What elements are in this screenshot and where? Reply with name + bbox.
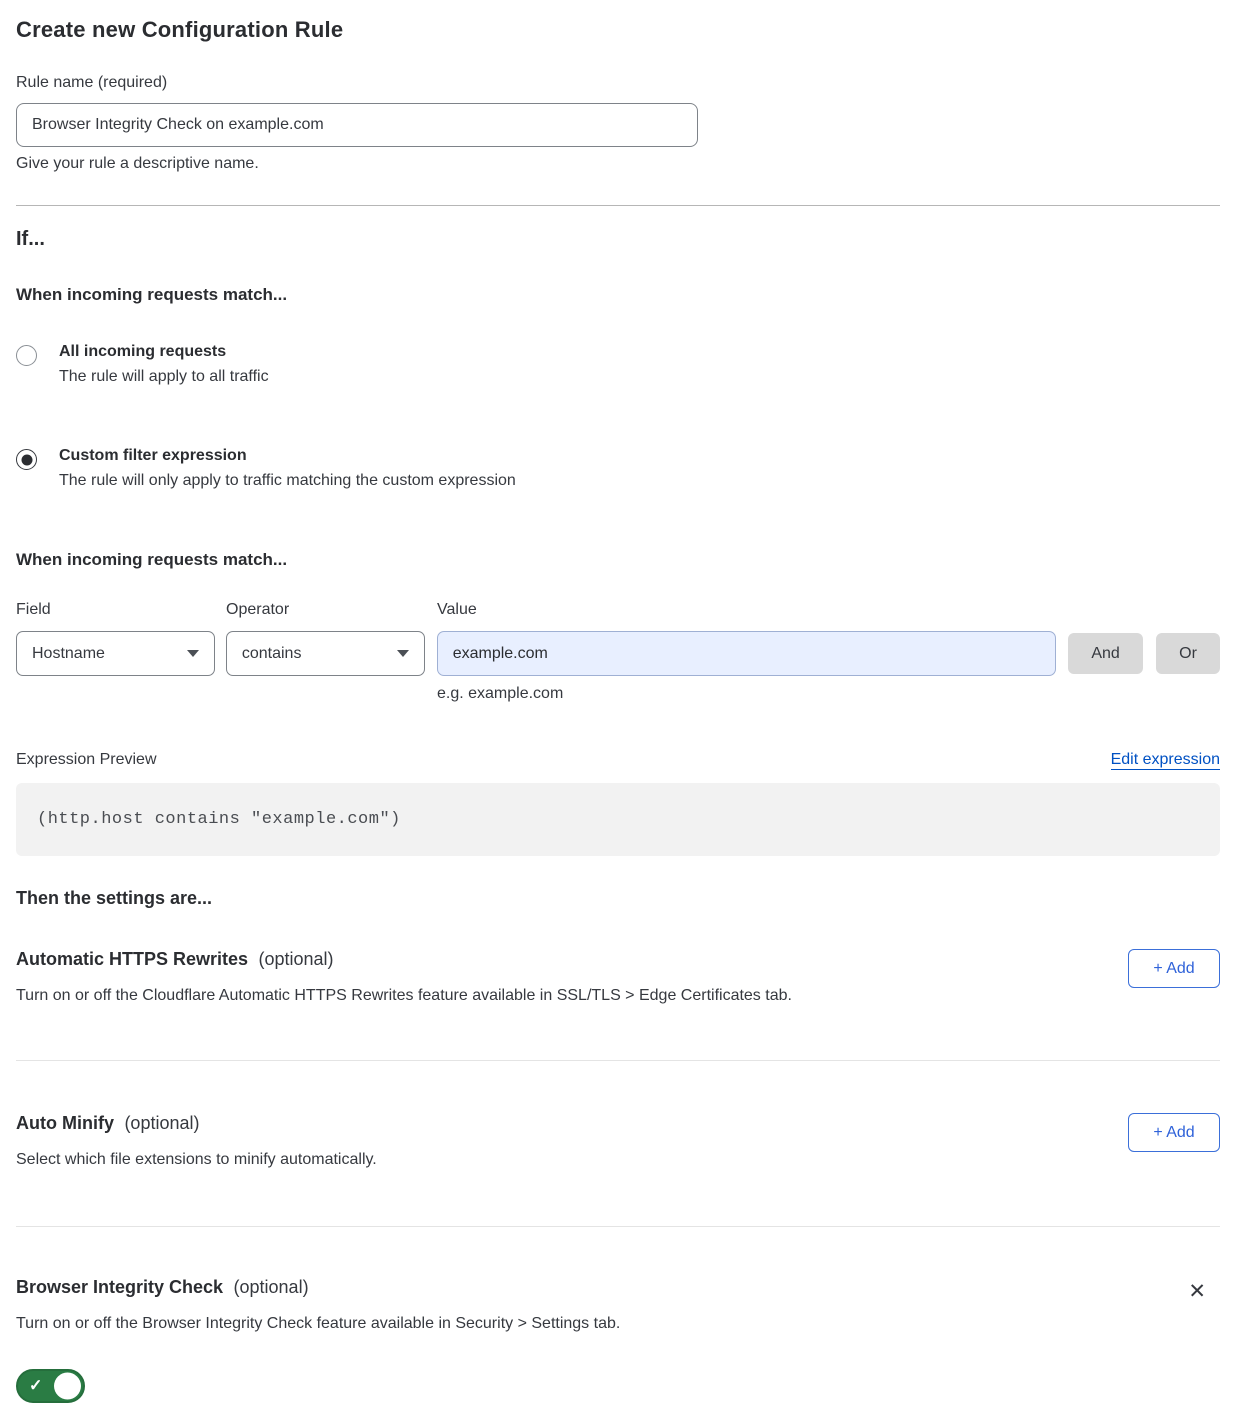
- setting-head: Browser Integrity Check (optional) Turn …: [16, 1277, 1220, 1333]
- setting-description: Turn on or off the Cloudflare Automatic …: [16, 987, 792, 1005]
- chevron-down-icon: [187, 650, 199, 657]
- operator-label: Operator: [226, 601, 437, 619]
- radio-option-description: The rule will only apply to traffic matc…: [59, 472, 516, 490]
- add-auto-minify-button[interactable]: + Add: [1128, 1113, 1220, 1152]
- radio-button-checked[interactable]: [16, 449, 37, 470]
- setting-description: Select which file extensions to minify a…: [16, 1151, 377, 1169]
- setting-auto-minify: Auto Minify (optional) Select which file…: [16, 1113, 1220, 1169]
- filter-heading: When incoming requests match...: [16, 550, 1220, 570]
- setting-divider: [16, 1226, 1220, 1227]
- field-select-value: Hostname: [32, 645, 105, 663]
- expression-preview-row: Expression Preview Edit expression: [16, 751, 1220, 770]
- or-button[interactable]: Or: [1156, 633, 1220, 674]
- filter-controls-row: Hostname contains And Or: [16, 631, 1220, 676]
- setting-title: Auto Minify: [16, 1113, 114, 1133]
- radio-option-texts: Custom filter expression The rule will o…: [59, 447, 516, 490]
- setting-optional-tag: (optional): [124, 1113, 199, 1133]
- rule-name-label: Rule name (required): [16, 74, 1220, 92]
- expression-preview-label: Expression Preview: [16, 751, 157, 769]
- edit-expression-link[interactable]: Edit expression: [1111, 751, 1220, 770]
- radio-option-texts: All incoming requests The rule will appl…: [59, 343, 269, 386]
- radio-option-custom-filter[interactable]: Custom filter expression The rule will o…: [16, 447, 1220, 490]
- setting-description: Turn on or off the Browser Integrity Che…: [16, 1315, 620, 1333]
- expression-preview-box: (http.host contains "example.com"): [16, 783, 1220, 856]
- setting-head: Auto Minify (optional) Select which file…: [16, 1113, 1220, 1169]
- setting-optional-tag: (optional): [259, 949, 334, 969]
- setting-titles: Browser Integrity Check (optional) Turn …: [16, 1277, 620, 1333]
- rule-name-input[interactable]: [16, 103, 698, 147]
- then-settings-heading: Then the settings are...: [16, 888, 1220, 909]
- setting-titles: Automatic HTTPS Rewrites (optional) Turn…: [16, 949, 792, 1005]
- check-icon: ✓: [29, 1376, 42, 1396]
- and-button[interactable]: And: [1068, 633, 1143, 674]
- value-label: Value: [437, 601, 477, 619]
- field-label: Field: [16, 601, 226, 619]
- section-divider: [16, 205, 1220, 206]
- value-input[interactable]: [437, 631, 1056, 676]
- setting-divider: [16, 1060, 1220, 1061]
- operator-select-value: contains: [242, 645, 302, 663]
- setting-automatic-https-rewrites: Automatic HTTPS Rewrites (optional) Turn…: [16, 949, 1220, 1005]
- field-select[interactable]: Hostname: [16, 631, 215, 676]
- setting-head: Automatic HTTPS Rewrites (optional) Turn…: [16, 949, 1220, 1005]
- page-title: Create new Configuration Rule: [16, 17, 1220, 43]
- radio-option-label: Custom filter expression: [59, 447, 516, 465]
- value-helper: e.g. example.com: [437, 685, 1220, 703]
- operator-select[interactable]: contains: [226, 631, 425, 676]
- radio-option-all-incoming[interactable]: All incoming requests The rule will appl…: [16, 343, 1220, 386]
- setting-browser-integrity-check: Browser Integrity Check (optional) Turn …: [16, 1277, 1220, 1408]
- setting-optional-tag: (optional): [234, 1277, 309, 1297]
- chevron-down-icon: [397, 650, 409, 657]
- if-heading: If...: [16, 228, 1220, 251]
- setting-title: Automatic HTTPS Rewrites: [16, 949, 248, 969]
- add-automatic-https-rewrites-button[interactable]: + Add: [1128, 949, 1220, 988]
- radio-option-label: All incoming requests: [59, 343, 269, 361]
- rule-name-helper: Give your rule a descriptive name.: [16, 155, 1220, 173]
- match-heading: When incoming requests match...: [16, 285, 1220, 305]
- browser-integrity-check-toggle[interactable]: ✓: [16, 1369, 85, 1403]
- setting-titles: Auto Minify (optional) Select which file…: [16, 1113, 377, 1169]
- expression-code: (http.host contains "example.com"): [37, 810, 401, 829]
- setting-title: Browser Integrity Check: [16, 1277, 223, 1297]
- create-configuration-rule-form: Create new Configuration Rule Rule name …: [0, 17, 1237, 1408]
- radio-option-description: The rule will apply to all traffic: [59, 368, 269, 386]
- filter-labels-row: Field Operator Value: [16, 601, 1220, 619]
- radio-button-unchecked[interactable]: [16, 345, 37, 366]
- close-icon[interactable]: ✕: [1188, 1281, 1206, 1302]
